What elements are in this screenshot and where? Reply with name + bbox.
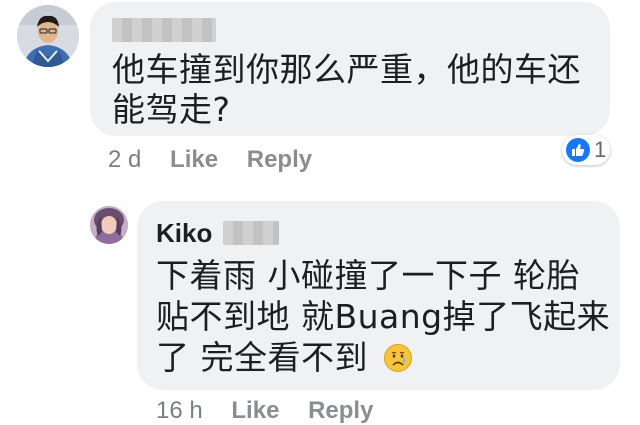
redacted-name	[112, 18, 216, 42]
redacted-surname	[223, 221, 279, 245]
comment-text-line-2: 能驾走?	[112, 90, 231, 129]
comment-text-line-1: 他车撞到你那么严重，他的车还	[112, 50, 581, 89]
reply-time[interactable]: 16 h	[156, 397, 203, 424]
like-button[interactable]: Like	[170, 146, 218, 173]
reply-avatar[interactable]	[90, 206, 128, 244]
reply-text-line-3: 了 完全看不到	[156, 338, 413, 378]
comment-bubble: 他车撞到你那么严重，他的车还 能驾走?	[90, 2, 610, 136]
thumbs-up-icon	[566, 138, 590, 162]
reply-text-line-2: 贴不到地 就Buang掉了飞起来	[156, 297, 611, 336]
reply-author-name[interactable]: Kiko	[156, 218, 212, 249]
comment-time[interactable]: 2 d	[108, 146, 141, 173]
reply-reply-button[interactable]: Reply	[308, 397, 373, 424]
reply-actions: 16 h Like Reply	[156, 397, 373, 425]
reply-button[interactable]: Reply	[247, 146, 312, 173]
comment-actions: 2 d Like Reply	[108, 146, 312, 174]
reply-text-line-1: 下着雨 小碰撞了一下子 轮胎	[156, 256, 580, 295]
reaction-count: 1	[594, 137, 607, 162]
reply-like-button[interactable]: Like	[231, 397, 279, 424]
avatar[interactable]	[17, 5, 79, 67]
reaction-summary[interactable]: 1	[562, 135, 610, 165]
crying-face-icon	[383, 342, 413, 372]
reply-text-line-3-text: 了 完全看不到	[156, 338, 368, 377]
reply-bubble: Kiko 下着雨 小碰撞了一下子 轮胎 贴不到地 就Buang掉了飞起来 了 完…	[137, 201, 620, 390]
